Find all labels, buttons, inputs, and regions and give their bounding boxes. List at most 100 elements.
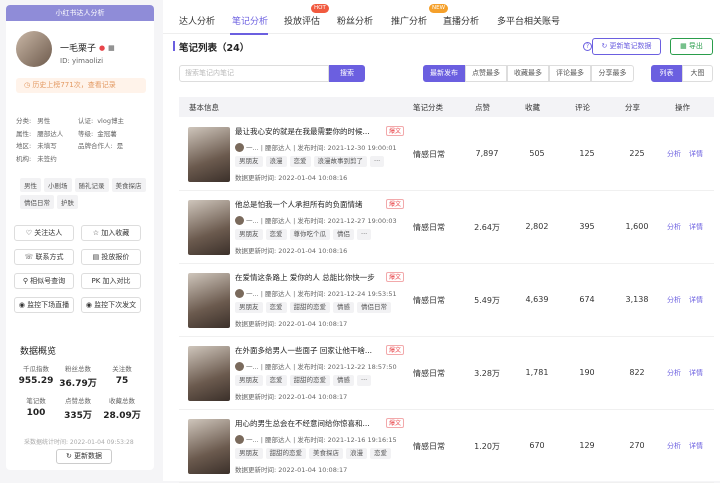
monitor-post-button[interactable]: ◉ 监控下次发文 (81, 297, 141, 313)
analyze-link[interactable]: 分析 (667, 222, 681, 232)
info-attribute: 属性: 腰部达人 (16, 129, 64, 138)
qr-code-icon[interactable]: ▦ (108, 44, 115, 52)
sort-most-likes[interactable]: 点赞最多 (465, 65, 507, 82)
note-thumbnail[interactable] (188, 346, 230, 401)
col-comments[interactable]: 评论 (575, 102, 590, 113)
history-icon: ◷ (24, 81, 31, 89)
col-likes[interactable]: 点赞 (475, 102, 490, 113)
table-row[interactable]: 最让我心安的就是在我最需要你的时候... 爆文 一... | 腰部达人 | 发布时间… (179, 118, 714, 191)
stat-notes: 笔记数 100 (26, 397, 46, 418)
sort-most-comments[interactable]: 评论最多 (549, 65, 591, 82)
export-button[interactable]: ▦ 导出 (670, 38, 713, 55)
note-tag[interactable]: 男朋友 (235, 156, 263, 167)
note-tag[interactable]: 情侣 (333, 229, 354, 240)
analyze-link[interactable]: 分析 (667, 295, 681, 305)
note-tag[interactable]: 甜甜的恋爱 (289, 375, 330, 386)
tab-live-analysis[interactable]: 直播分析 (443, 14, 479, 27)
refresh-notes-button[interactable]: ↻ 更新笔记数据 (592, 38, 661, 55)
note-tag[interactable]: 情侣日常 (357, 302, 391, 313)
note-likes: 7,897 (475, 149, 499, 158)
ad-quote-button[interactable]: ▤ 投放报价 (81, 249, 141, 265)
tab-ad-evaluation[interactable]: 投放评估 (284, 14, 320, 27)
note-tag[interactable]: 浪漫故事到剪了 (313, 156, 367, 167)
note-title[interactable]: 用心的男生总会在不经意间给你惊喜和... (235, 418, 370, 429)
detail-link[interactable]: 详情 (689, 441, 703, 451)
detail-link[interactable]: 详情 (689, 149, 703, 159)
note-tag[interactable]: 甜甜的恋爱 (289, 302, 330, 313)
table-row[interactable]: 在爱情这条路上 爱你的人 总能比你快一步 爆文 一... | 腰部达人 | 发布时间… (179, 264, 714, 337)
view-list[interactable]: 列表 (651, 65, 682, 82)
note-tag[interactable]: 情感 (333, 302, 354, 313)
col-category: 笔记分类 (413, 103, 443, 112)
detail-link[interactable]: 详情 (689, 222, 703, 232)
note-tag[interactable]: 恋爱 (289, 156, 311, 167)
monitor-icon: ◉ (85, 301, 95, 309)
note-meta: 一... | 腰部达人 | 发布时间: 2021-12-24 19:53:51 (235, 288, 397, 298)
note-tag[interactable]: 男朋友 (235, 375, 263, 386)
note-tag[interactable]: 恋爱 (370, 448, 391, 459)
analyze-link[interactable]: 分析 (667, 149, 681, 159)
note-tag[interactable]: 尊你吃个瓜 (289, 229, 330, 240)
monitor-live-button[interactable]: ◉ 监控下场直播 (14, 297, 74, 313)
note-tag[interactable]: 恋爱 (265, 229, 287, 240)
history-record-link[interactable]: ◷ 历史上榜771次，查看记录 (16, 78, 146, 93)
note-thumbnail[interactable] (188, 419, 230, 474)
note-tag[interactable]: 浪漫 (265, 156, 287, 167)
note-tag[interactable]: ··· (370, 156, 385, 167)
analyze-link[interactable]: 分析 (667, 441, 681, 451)
col-shares[interactable]: 分享 (625, 102, 640, 113)
creator-tags: 男性 小剧场 随礼记录 美食探店 情侣日常 护肤 (20, 178, 148, 209)
note-tag[interactable]: 男朋友 (235, 229, 263, 240)
note-tag[interactable]: 男朋友 (235, 302, 263, 313)
tab-multi-platform[interactable]: 多平台相关账号 (497, 14, 560, 27)
col-saves[interactable]: 收藏 (525, 102, 540, 113)
note-title[interactable]: 在外面多给男人一些面子 回家让他干啥... (235, 345, 372, 356)
sort-most-shares[interactable]: 分享最多 (591, 65, 634, 82)
note-tag[interactable]: ··· (357, 375, 372, 386)
note-tag[interactable]: 恋爱 (265, 302, 287, 313)
view-large[interactable]: 大图 (682, 65, 713, 82)
follow-creator-button[interactable]: ♡ 关注达人 (14, 225, 74, 241)
detail-link[interactable]: 详情 (689, 295, 703, 305)
note-meta: 一... | 腰部达人 | 发布时间: 2021-12-27 19:00:03 (235, 215, 397, 225)
note-title[interactable]: 他总是怕我一个人承担所有的负面情绪 (235, 199, 363, 210)
table-row[interactable]: 在外面多给男人一些面子 回家让他干啥... 爆文 一... | 腰部达人 | 发布时… (179, 337, 714, 410)
note-thumbnail[interactable] (188, 273, 230, 328)
help-icon[interactable]: ? (583, 42, 592, 51)
table-row[interactable]: 用心的男生总会在不经意间给你惊喜和... 爆文 一... | 腰部达人 | 发布时间… (179, 410, 714, 483)
note-category: 情感日常 (413, 442, 445, 451)
note-tag[interactable]: 恋爱 (265, 375, 287, 386)
tab-promotion-analysis[interactable]: 推广分析 (391, 14, 427, 27)
tab-fan-analysis[interactable]: 粉丝分析 (337, 14, 373, 27)
note-comments: 129 (579, 441, 595, 450)
detail-link[interactable]: 详情 (689, 368, 703, 378)
sort-most-saves[interactable]: 收藏最多 (507, 65, 549, 82)
note-title[interactable]: 最让我心安的就是在我最需要你的时候... (235, 126, 370, 137)
note-title[interactable]: 在爱情这条路上 爱你的人 总能比你快一步 (235, 272, 375, 283)
refresh-icon: ↻ (601, 42, 610, 50)
note-saves: 670 (529, 441, 545, 450)
update-data-button[interactable]: ↻ 更新数据 (56, 449, 112, 464)
note-tag[interactable]: 浪漫 (346, 448, 367, 459)
note-thumbnail[interactable] (188, 127, 230, 182)
similar-search-button[interactable]: ⚲ 相似号查询 (14, 273, 74, 289)
tab-note-analysis[interactable]: 笔记分析 (232, 14, 268, 27)
analyze-link[interactable]: 分析 (667, 368, 681, 378)
sort-latest[interactable]: 最新发布 (423, 65, 465, 82)
note-tag[interactable]: 男朋友 (235, 448, 263, 459)
contact-info-button[interactable]: ☏ 联系方式 (14, 249, 74, 265)
note-tag[interactable]: 甜甜的恋爱 (265, 448, 306, 459)
tab-creator-analysis[interactable]: 达人分析 (179, 14, 215, 27)
add-compare-button[interactable]: PK 加入对比 (81, 273, 141, 289)
add-favorite-button[interactable]: ☆ 加入收藏 (81, 225, 141, 241)
location-pin-icon: ● (99, 43, 106, 52)
table-row[interactable]: 他总是怕我一个人承担所有的负面情绪 爆文 一... | 腰部达人 | 发布时间: 2… (179, 191, 714, 264)
note-search-input[interactable]: 搜索笔记内笔记 (179, 65, 329, 82)
note-tag[interactable]: 情感 (333, 375, 354, 386)
note-tag[interactable]: 美食探店 (309, 448, 343, 459)
info-verified: 认证: vlog博主 (78, 117, 124, 125)
note-tag[interactable]: ··· (357, 229, 372, 240)
note-thumbnail[interactable] (188, 200, 230, 255)
search-button[interactable]: 搜索 (329, 65, 365, 82)
note-likes: 1.20万 (474, 442, 500, 451)
